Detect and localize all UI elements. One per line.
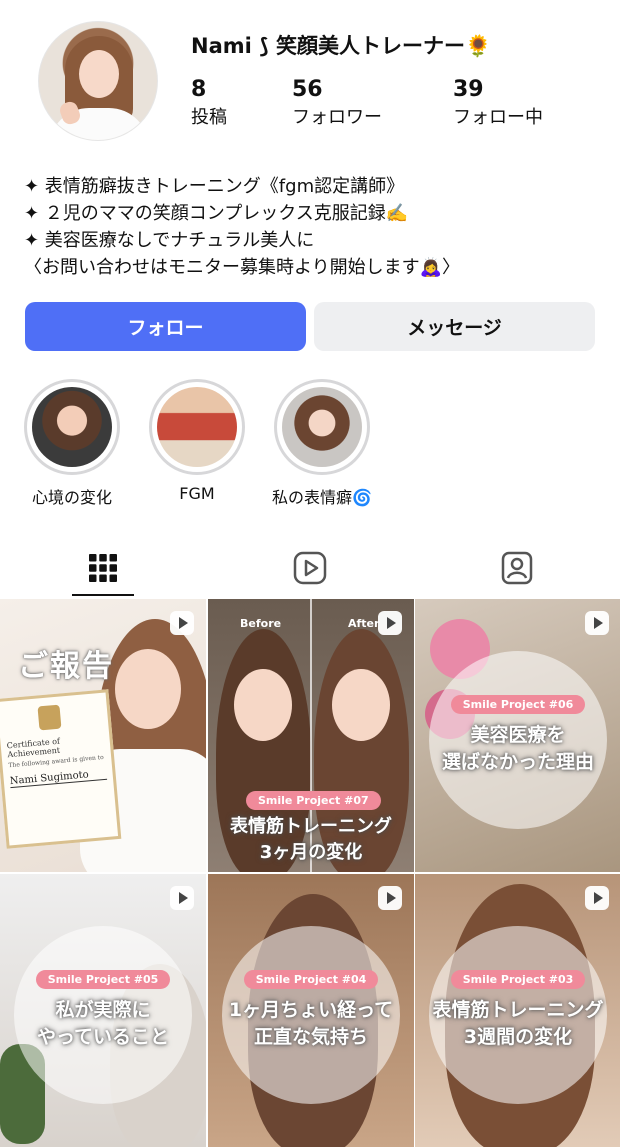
stat-following[interactable]: 39 フォロー中 [453, 76, 543, 132]
highlight-item[interactable]: 私の表情癖🌀 [272, 379, 372, 508]
reels-icon [293, 551, 327, 585]
stat-posts-count: 8 [191, 77, 207, 102]
highlight-ring [274, 379, 370, 475]
post-tile[interactable]: Before After Smile Project #07 表情筋トレーニング… [208, 599, 414, 872]
post-tile[interactable]: ご報告 Certificate of Achievement The follo… [0, 599, 206, 872]
stat-followers-label: フォロワー [292, 107, 382, 128]
post-caption-line: 3ヶ月の変化 [259, 842, 363, 863]
post-tile[interactable]: Smile Project #03 表情筋トレーニング 3週間の変化 [415, 874, 620, 1147]
bio-line: ✦ 表情筋癖抜きトレーニング《fgm認定講師》 [24, 176, 405, 197]
post-caption: 表情筋トレーニング 3ヶ月の変化 [208, 814, 414, 866]
post-tile[interactable]: Smile Project #04 1ヶ月ちょい経って 正直な気持ち [208, 874, 414, 1147]
project-tag: Smile Project #03 [450, 970, 586, 989]
profile-avatar[interactable] [38, 21, 158, 141]
grid-icon [89, 554, 117, 582]
post-face [115, 649, 181, 729]
reel-indicator-icon [378, 611, 402, 635]
post-title: ご報告 [18, 649, 114, 684]
before-label: Before [240, 617, 282, 630]
post-circle-card: Smile Project #03 表情筋トレーニング 3週間の変化 [429, 926, 607, 1104]
reel-indicator-icon [585, 886, 609, 910]
bio-line: ✦ ２児のママの笑顔コンプレックス克服記録✍️ [24, 203, 409, 224]
reel-indicator-icon [378, 886, 402, 910]
stat-followers-count: 56 [292, 77, 323, 102]
after-label: After [348, 617, 380, 630]
certificate-seal [37, 704, 62, 731]
project-tag: Smile Project #04 [243, 970, 379, 989]
post-caption-line: 3週間の変化 [463, 1026, 573, 1048]
post-face [332, 669, 390, 741]
post-caption-line: 表情筋トレーニング [432, 999, 604, 1021]
project-tag: Smile Project #05 [35, 970, 171, 989]
highlight-ring [24, 379, 120, 475]
profile-username: Nami ⟆ 笑顔美人トレーナー🌻 [191, 34, 492, 58]
follow-button[interactable]: フォロー [25, 302, 306, 351]
reel-indicator-icon [170, 886, 194, 910]
stat-following-label: フォロー中 [453, 107, 543, 128]
highlight-item[interactable]: 心境の変化 [22, 379, 122, 508]
post-tile[interactable]: Smile Project #05 私が実際に やっていること [0, 874, 206, 1147]
bio-line: 〈お問い合わせはモニター募集時より開始します🙇‍♀️〉 [24, 257, 461, 278]
post-caption-line: 私が実際に [55, 999, 151, 1021]
post-tile[interactable]: Smile Project #06 美容医療を 選ばなかった理由 [415, 599, 620, 872]
stat-posts[interactable]: 8 投稿 [191, 76, 227, 132]
post-caption-line: 1ヶ月ちょい経って [228, 999, 394, 1021]
post-circle-card: Smile Project #05 私が実際に やっていること [14, 926, 192, 1104]
post-caption-line: 選ばなかった理由 [441, 751, 594, 773]
bio-line: ✦ 美容医療なしでナチュラル美人に [24, 230, 315, 251]
highlight-item[interactable]: FGM [147, 379, 247, 503]
post-caption-line: 正直な気持ち [253, 1026, 368, 1048]
highlight-ring [149, 379, 245, 475]
active-tab-indicator [72, 594, 134, 596]
certificate-name: Nami Sugimoto [9, 767, 108, 789]
tab-grid[interactable] [0, 540, 206, 596]
reel-indicator-icon [170, 611, 194, 635]
highlight-cover [32, 387, 112, 467]
post-circle-card: Smile Project #06 美容医療を 選ばなかった理由 [429, 651, 607, 829]
tagged-icon [501, 551, 533, 585]
project-tag: Smile Project #06 [450, 695, 586, 714]
highlight-cover [157, 387, 237, 467]
tab-tagged[interactable] [414, 540, 620, 596]
post-caption: 1ヶ月ちょい経って 正直な気持ち [222, 997, 400, 1051]
post-circle-card: Smile Project #04 1ヶ月ちょい経って 正直な気持ち [222, 926, 400, 1104]
tab-reels[interactable] [207, 540, 413, 596]
message-button[interactable]: メッセージ [314, 302, 595, 351]
reel-indicator-icon [585, 611, 609, 635]
stat-posts-label: 投稿 [191, 107, 227, 128]
stat-following-count: 39 [453, 77, 484, 102]
post-caption-line: 表情筋トレーニング [230, 816, 392, 837]
post-caption: 表情筋トレーニング 3週間の変化 [429, 997, 607, 1051]
highlight-label: FGM [179, 484, 215, 503]
post-caption: 美容医療を 選ばなかった理由 [429, 722, 607, 776]
highlight-label: 心境の変化 [31, 488, 112, 507]
avatar-face [79, 50, 119, 98]
highlight-cover [282, 387, 362, 467]
post-caption-line: 美容医療を [470, 724, 566, 746]
post-caption-line: やっていること [36, 1026, 170, 1048]
profile-bio: ✦ 表情筋癖抜きトレーニング《fgm認定講師》 ✦ ２児のママの笑顔コンプレック… [24, 173, 460, 281]
stat-followers[interactable]: 56 フォロワー [292, 76, 382, 132]
post-caption: 私が実際に やっていること [14, 997, 192, 1051]
project-tag: Smile Project #07 [246, 791, 381, 810]
certificate-image: Certificate of Achievement The following… [0, 689, 122, 849]
highlight-label: 私の表情癖🌀 [272, 488, 372, 507]
post-face [234, 669, 292, 741]
